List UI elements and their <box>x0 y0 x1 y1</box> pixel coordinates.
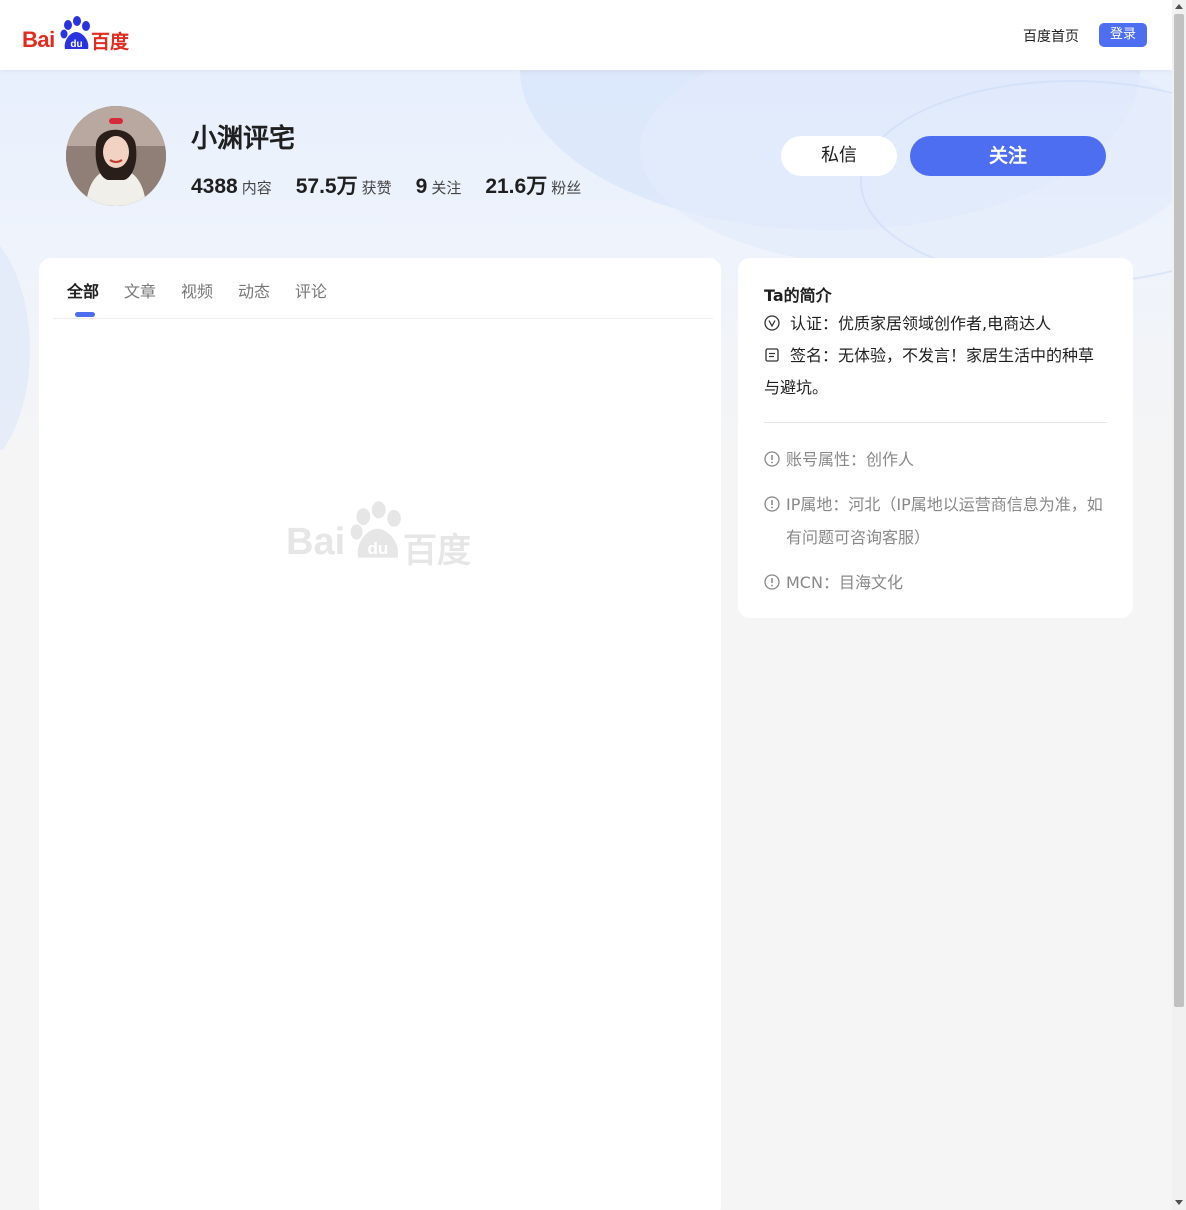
message-button[interactable]: 私信 <box>781 136 897 176</box>
mcn-text: MCN：目海文化 <box>786 573 903 592</box>
stat-label: 粉丝 <box>551 179 582 197</box>
scroll-thumb[interactable] <box>1174 14 1184 1007</box>
info-alert-icon <box>764 573 780 590</box>
follow-button[interactable]: 关注 <box>910 136 1106 176</box>
tab-videos[interactable]: 视频 <box>181 278 213 302</box>
profile-name: 小渊评宅 <box>191 124 296 154</box>
top-navbar: Bai du 百度 百度首页 登录 <box>0 0 1172 70</box>
avatar <box>66 106 166 206</box>
baidu-paw-icon: du <box>350 501 401 558</box>
note-icon <box>765 347 779 362</box>
avatar-image <box>66 106 166 206</box>
tab-comments[interactable]: 评论 <box>295 278 327 302</box>
stat-likes: 57.5万 获赞 <box>296 170 392 200</box>
ip-location-text-cont: 有问题可咨询客服） <box>786 528 931 547</box>
info-alert-icon <box>764 450 780 467</box>
page-scrollbar[interactable] <box>1172 0 1186 1210</box>
profile-stats: 4388 内容 57.5万 获赞 9 关注 21.6万 粉丝 <box>191 170 605 200</box>
active-tab-indicator <box>75 312 95 317</box>
stat-content[interactable]: 4388 内容 <box>191 175 272 199</box>
logo-text-latin: Bai <box>22 27 55 52</box>
stat-label: 获赞 <box>361 179 392 197</box>
verification-text: 认证：优质家居领域创作者,电商达人 <box>790 314 1052 333</box>
logo-text-du: du <box>70 39 82 50</box>
stat-value: 21.6万 <box>485 175 548 198</box>
account-type-text: 账号属性：创作人 <box>786 450 915 469</box>
verification-line: 认证：优质家居领域创作者,电商达人 <box>764 308 1109 340</box>
intro-title: Ta的简介 <box>764 286 832 305</box>
verified-v-icon <box>764 314 780 331</box>
intro-divider <box>764 422 1107 423</box>
account-type-line: 账号属性：创作人 <box>764 443 1109 476</box>
intro-card: Ta的简介 认证：优质家居领域创作者,电商达人 签名：无体验，不发言！家居生活中… <box>738 258 1133 618</box>
stat-value: 4388 <box>191 175 238 198</box>
stat-value: 9 <box>415 175 428 198</box>
tab-posts[interactable]: 动态 <box>238 278 270 302</box>
mcn-line: MCN：目海文化 <box>764 566 1109 599</box>
baidu-home-link[interactable]: 百度首页 <box>1023 26 1079 46</box>
content-card: 全部 文章 视频 动态 评论 Bai du 百度 <box>39 258 721 1210</box>
placeholder-text-latin: Bai <box>286 521 346 563</box>
stat-following[interactable]: 9 关注 <box>416 175 462 199</box>
placeholder-text-du: du <box>367 539 388 558</box>
login-button[interactable]: 登录 <box>1099 23 1147 47</box>
scroll-up-arrow-icon[interactable] <box>1175 4 1183 9</box>
content-tabs: 全部 文章 视频 动态 评论 <box>53 258 713 319</box>
tab-articles[interactable]: 文章 <box>124 278 156 302</box>
signature-line: 签名：无体验，不发言！家居生活中的种草与避坑。 <box>764 340 1109 404</box>
scroll-down-arrow-icon[interactable] <box>1175 1200 1183 1205</box>
stat-value: 57.5万 <box>295 175 358 198</box>
tab-all[interactable]: 全部 <box>67 278 99 302</box>
logo-text-cn: 百度 <box>91 31 130 53</box>
stat-fans[interactable]: 21.6万 粉丝 <box>485 170 581 200</box>
baidu-paw-icon: du <box>60 16 90 50</box>
loading-placeholder-logo: Bai du 百度 <box>286 501 476 571</box>
stat-label: 内容 <box>241 179 272 197</box>
info-alert-icon <box>764 495 780 512</box>
ip-location-text: IP属地：河北（IP属地以运营商信息为准，如 <box>786 495 1103 514</box>
placeholder-text-cn: 百度 <box>403 531 471 571</box>
signature-text: 签名：无体验，不发言！家居生活中的种草与避坑。 <box>764 346 1095 397</box>
profile-page: Bai du 百度 百度首页 登录 小渊评宅 4388 内容 57.5万 获赞 … <box>0 0 1172 1210</box>
ip-location-line: IP属地：河北（IP属地以运营商信息为准，如 有问题可咨询客服） <box>764 488 1109 554</box>
stat-label: 关注 <box>431 179 462 197</box>
baidu-logo[interactable]: Bai du 百度 <box>22 16 132 54</box>
